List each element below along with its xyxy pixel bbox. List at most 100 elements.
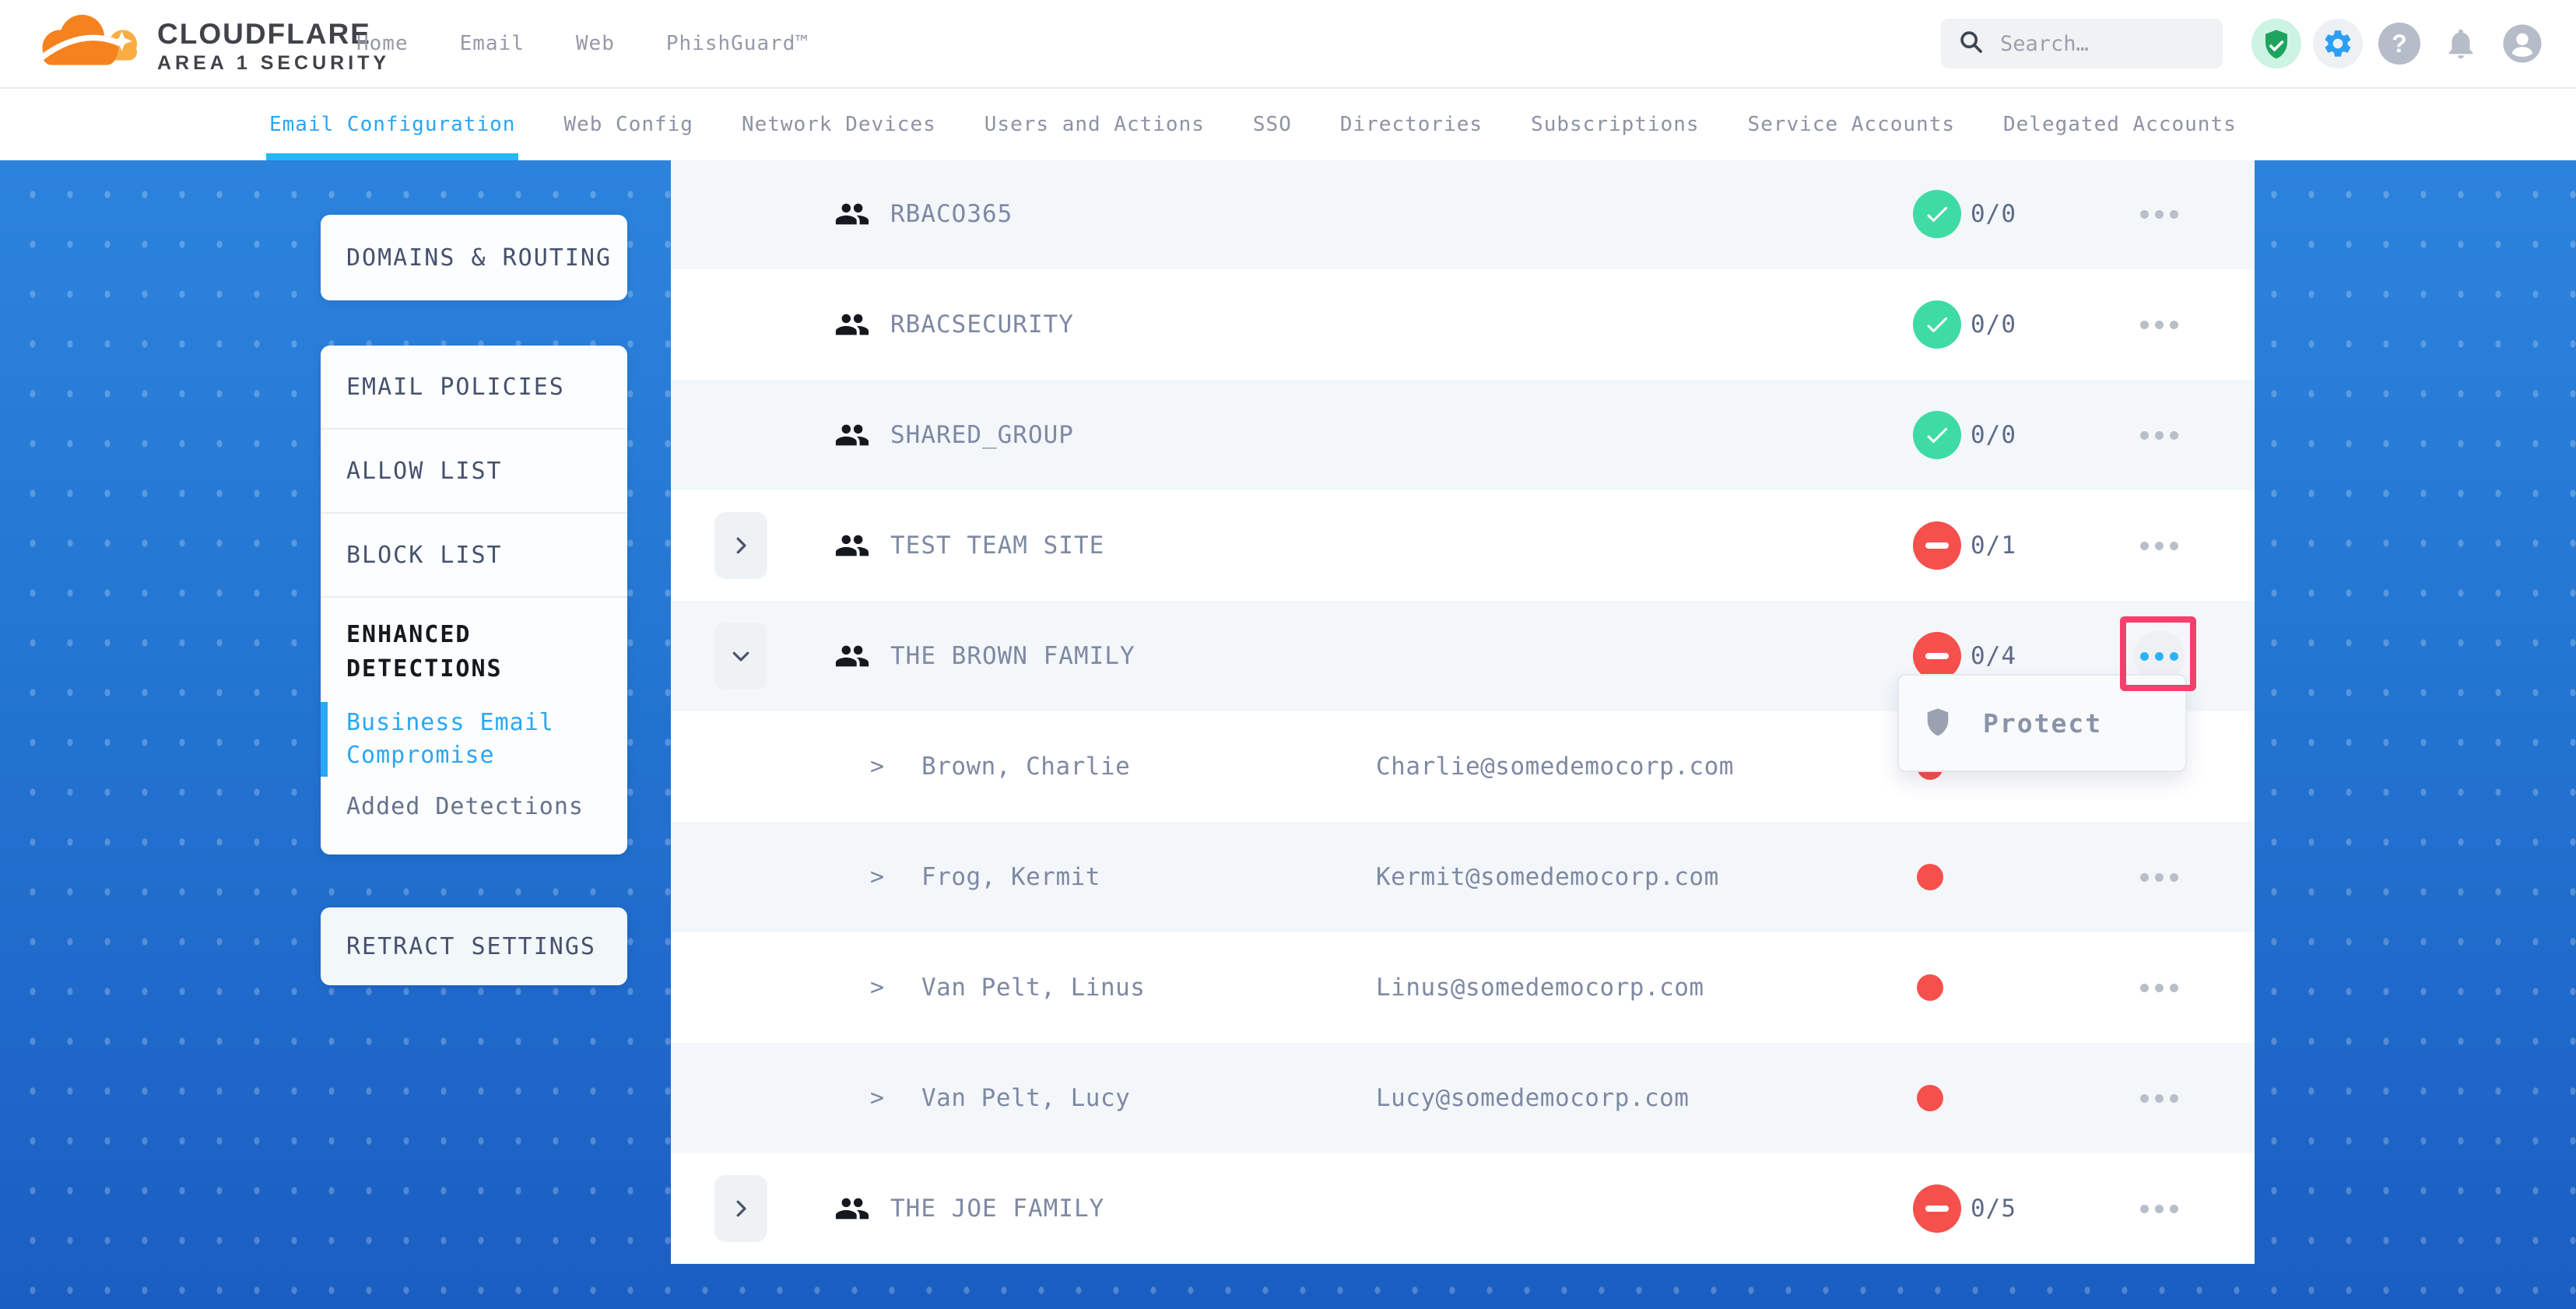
row-overflow-menu[interactable]: [2128, 293, 2190, 356]
table-row-user[interactable]: > Van Pelt, Linus Linus@somedemocorp.com: [671, 932, 2255, 1043]
row-overflow-menu[interactable]: [2128, 404, 2190, 466]
group-icon: [834, 528, 870, 563]
user-name: Van Pelt, Lucy: [921, 1084, 1130, 1112]
table-row-group[interactable]: RBACSECURITY 0/0: [671, 269, 2255, 380]
user-name: Van Pelt, Linus: [921, 974, 1145, 1002]
shield-check-icon[interactable]: [2251, 19, 2301, 68]
table-row-group[interactable]: THE JOE FAMILY 0/5: [671, 1153, 2255, 1264]
sidebar-card-2: EMAIL POLICIESALLOW LISTBLOCK LISTENHANC…: [321, 346, 627, 855]
account-icon[interactable]: [2497, 19, 2547, 68]
group-icon: [834, 307, 870, 342]
protection-count: 0/1: [1971, 532, 2016, 560]
group-name: RBACSECURITY: [890, 311, 1074, 339]
row-overflow-menu[interactable]: [2128, 956, 2190, 1019]
protection-count: 0/0: [1971, 421, 2016, 449]
sidebar-section-title: ENHANCED DETECTIONS: [346, 618, 602, 686]
top-nav-link-email[interactable]: Email: [460, 32, 525, 55]
brand-name: CLOUDFLARE: [157, 19, 390, 50]
user-expand-chevron[interactable]: >: [870, 1085, 884, 1112]
sidebar-item-retract-settings[interactable]: RETRACT SETTINGS: [321, 933, 627, 960]
search-box[interactable]: [1941, 19, 2223, 68]
row-overflow-menu[interactable]: [2128, 846, 2190, 908]
search-input[interactable]: [1999, 31, 2196, 57]
protection-count: 0/0: [1971, 200, 2016, 228]
table-row-group[interactable]: SHARED_GROUP 0/0: [671, 380, 2255, 490]
group-name: TEST TEAM SITE: [890, 532, 1104, 560]
row-overflow-menu[interactable]: [2128, 1067, 2190, 1129]
status-ok-icon: [1913, 411, 1961, 459]
table-row-group[interactable]: TEST TEAM SITE 0/1: [671, 490, 2255, 601]
group-icon: [834, 1191, 870, 1227]
expand-button[interactable]: [714, 1175, 767, 1242]
highlight-annotation: [2120, 616, 2196, 691]
table-row-user[interactable]: > Frog, Kermit Kermit@somedemocorp.com: [671, 822, 2255, 932]
sidebar-item-block-list[interactable]: BLOCK LIST: [321, 514, 627, 598]
top-nav-link-phishguard[interactable]: PhishGuard™: [666, 32, 809, 55]
user-name: Frog, Kermit: [921, 863, 1100, 891]
user-email: Linus@somedemocorp.com: [1376, 974, 1704, 1002]
header-icons: ?: [2251, 19, 2547, 68]
row-overflow-menu[interactable]: [2128, 1177, 2190, 1240]
protection-count: 0/5: [1971, 1195, 2016, 1223]
user-expand-chevron[interactable]: >: [870, 974, 884, 1002]
group-name: THE BROWN FAMILY: [890, 642, 1135, 670]
status-blocked-icon: [1913, 1184, 1961, 1233]
sidebar-item-allow-list[interactable]: ALLOW LIST: [321, 430, 627, 514]
tab-subscriptions[interactable]: Subscriptions: [1531, 89, 1700, 160]
user-email: Charlie@somedemocorp.com: [1376, 753, 1734, 781]
sidebar-item-business-email-compromise[interactable]: Business Email Compromise: [346, 707, 602, 772]
row-overflow-menu[interactable]: [2128, 514, 2190, 577]
settings-gear-icon[interactable]: [2313, 19, 2363, 68]
tab-web-config[interactable]: Web Config: [563, 89, 693, 160]
sidebar-item-domains-routing[interactable]: DOMAINS & ROUTING: [321, 244, 627, 272]
tab-email-configuration[interactable]: Email Configuration: [269, 89, 515, 160]
group-icon: [834, 196, 870, 232]
context-menu-item-protect[interactable]: Protect: [1983, 708, 2102, 739]
page: CLOUDFLARE AREA 1 SECURITY Home Email Web P…: [0, 0, 2576, 1309]
top-nav-link-web[interactable]: Web: [576, 32, 615, 55]
user-email: Lucy@somedemocorp.com: [1376, 1084, 1689, 1112]
sidebar-item-email-policies[interactable]: EMAIL POLICIES: [321, 346, 627, 430]
user-expand-chevron[interactable]: >: [870, 864, 884, 891]
tab-network-devices[interactable]: Network Devices: [742, 89, 936, 160]
sidebar-section-enhanced-detections: ENHANCED DETECTIONS Business Email Compro…: [321, 598, 627, 855]
expand-button[interactable]: [714, 512, 767, 579]
tab-delegated-accounts[interactable]: Delegated Accounts: [2003, 89, 2237, 160]
status-ok-icon: [1913, 190, 1961, 238]
user-name: Brown, Charlie: [921, 753, 1130, 781]
status-blocked-icon: [1913, 521, 1961, 570]
user-email: Kermit@somedemocorp.com: [1376, 863, 1719, 891]
table-row-user[interactable]: > Van Pelt, Lucy Lucy@somedemocorp.com: [671, 1043, 2255, 1153]
status-blocked-icon: [1913, 632, 1961, 680]
row-overflow-menu[interactable]: [2128, 183, 2190, 245]
brand-text: CLOUDFLARE AREA 1 SECURITY: [157, 19, 390, 75]
group-name: SHARED_GROUP: [890, 421, 1074, 449]
tab-service-accounts[interactable]: Service Accounts: [1748, 89, 1955, 160]
top-nav: Home Email Web PhishGuard™: [356, 0, 809, 87]
group-name: RBACO365: [890, 200, 1013, 228]
table-row-group[interactable]: RBACO365 0/0: [671, 159, 2255, 269]
search-icon: [1958, 29, 1985, 58]
group-name: THE JOE FAMILY: [890, 1195, 1104, 1223]
help-icon[interactable]: ?: [2374, 19, 2424, 68]
protection-count: 0/0: [1971, 311, 2016, 339]
collapse-button[interactable]: [714, 623, 767, 690]
tab-sso[interactable]: SSO: [1253, 89, 1292, 160]
tab-users-and-actions[interactable]: Users and Actions: [984, 89, 1205, 160]
status-unprotected-dot: [1917, 864, 1943, 890]
tab-directories[interactable]: Directories: [1340, 89, 1483, 160]
top-nav-link-home[interactable]: Home: [356, 32, 409, 55]
cloudflare-logo[interactable]: CLOUDFLARE AREA 1 SECURITY: [30, 8, 390, 76]
notifications-bell-icon[interactable]: [2436, 19, 2486, 68]
section-tabs: Email Configuration Web Config Network Dev…: [0, 89, 2576, 160]
user-expand-chevron[interactable]: >: [870, 753, 884, 781]
sidebar-card-1: DOMAINS & ROUTING: [321, 215, 627, 300]
app-header: CLOUDFLARE AREA 1 SECURITY Home Email Web P…: [0, 0, 2576, 89]
shield-icon: [1922, 706, 1953, 740]
sidebar-card-3: RETRACT SETTINGS: [321, 907, 627, 985]
status-unprotected-dot: [1917, 1085, 1943, 1111]
status-unprotected-dot: [1917, 974, 1943, 1001]
group-icon: [834, 638, 870, 674]
sidebar-item-added-detections[interactable]: Added Detections: [346, 791, 602, 823]
status-ok-icon: [1913, 300, 1961, 349]
